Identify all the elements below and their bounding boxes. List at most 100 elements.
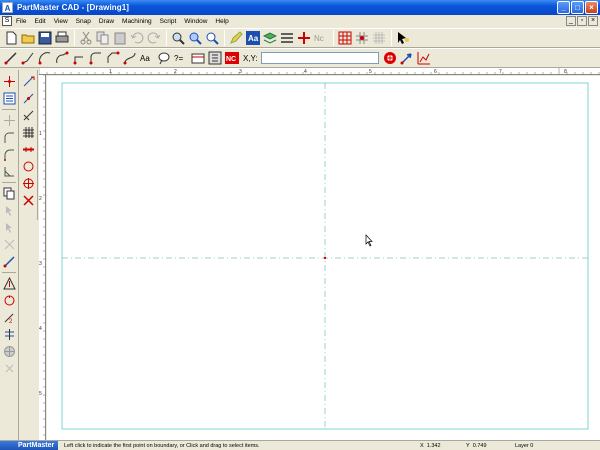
nc-stop-icon[interactable]: NC [224, 50, 240, 66]
arc-tool-icon[interactable] [1, 129, 17, 146]
ruler-label: 4 [304, 69, 307, 75]
ruler-label: 7 [499, 69, 502, 75]
nc-icon[interactable]: Nc [313, 30, 329, 46]
menu-view[interactable]: View [50, 18, 72, 25]
text-icon[interactable]: Aa [139, 50, 155, 66]
maximize-icon[interactable]: □ [571, 1, 584, 14]
status-x-value: 1.342 [426, 442, 441, 449]
menu-file[interactable]: File [12, 18, 30, 25]
origin-point [323, 256, 327, 260]
status-y-value: 0.749 [472, 442, 487, 449]
doc-restore-icon[interactable]: ▫ [577, 16, 587, 26]
arc-icon[interactable] [37, 50, 53, 66]
chamfer-icon[interactable] [105, 50, 121, 66]
properties-icon[interactable] [1, 90, 17, 107]
copy-icon[interactable] [95, 30, 111, 46]
close-icon[interactable]: × [585, 1, 598, 14]
text-style-icon[interactable]: Aa [245, 30, 261, 46]
mirror-icon[interactable] [1, 236, 17, 253]
postprocess-icon[interactable] [190, 50, 206, 66]
arc-3-icon[interactable] [71, 50, 87, 66]
arrow-icon[interactable] [399, 50, 415, 66]
balloon-icon[interactable] [156, 50, 172, 66]
snap-nearest-icon[interactable] [20, 107, 36, 124]
line-tool-icon[interactable] [1, 112, 17, 129]
copy-tool-icon[interactable] [1, 185, 17, 202]
pointer-icon[interactable] [395, 30, 411, 46]
dimension-icon[interactable] [296, 30, 312, 46]
point-icon[interactable] [1, 73, 17, 90]
globe-icon[interactable] [1, 343, 17, 360]
ruler-label: 8 [564, 69, 567, 75]
gcode-icon[interactable] [207, 50, 223, 66]
minimize-icon[interactable]: _ [557, 1, 570, 14]
formula-label: ?= [174, 54, 183, 63]
zoom-extents-icon[interactable] [204, 30, 220, 46]
target-icon[interactable] [382, 50, 398, 66]
line-style-icon[interactable] [279, 30, 295, 46]
measure-icon[interactable] [1, 163, 17, 180]
snap-intersection-icon[interactable] [20, 192, 36, 209]
select-icon[interactable] [1, 219, 17, 236]
menu-edit[interactable]: Edit [30, 18, 49, 25]
save-icon[interactable] [37, 30, 53, 46]
undo-icon[interactable] [129, 30, 145, 46]
chart-icon[interactable] [416, 50, 432, 66]
move-icon[interactable] [1, 202, 17, 219]
grid-snap-icon[interactable] [337, 30, 353, 46]
snap-point-icon[interactable] [354, 30, 370, 46]
menu-script[interactable]: Script [156, 18, 181, 25]
snap-endpoint-icon[interactable] [20, 73, 36, 90]
menu-snap[interactable]: Snap [72, 18, 95, 25]
rotate-icon[interactable] [1, 292, 17, 309]
pan-icon[interactable] [1, 360, 17, 377]
snap-center-icon[interactable] [20, 175, 36, 192]
text-tool-label: Aa [140, 54, 150, 63]
document-icon[interactable]: S [2, 16, 12, 26]
status-brand: PartMaster [0, 440, 58, 450]
hatch-icon[interactable] [1, 275, 17, 292]
text-style-label: Aa [248, 34, 259, 43]
status-x-coordinate: X 1.342 [420, 443, 441, 449]
menu-help[interactable]: Help [211, 18, 232, 25]
ruler-label: 5 [369, 69, 372, 75]
svg-text:2: 2 [9, 319, 13, 324]
menu-draw[interactable]: Draw [95, 18, 118, 25]
zoom-icon[interactable] [170, 30, 186, 46]
line-icon[interactable] [3, 50, 19, 66]
app-icon[interactable]: A [2, 2, 13, 13]
grid-icon[interactable] [371, 30, 387, 46]
menu-window[interactable]: Window [180, 18, 211, 25]
curve-icon[interactable] [122, 50, 138, 66]
cut-icon[interactable] [78, 30, 94, 46]
status-y-label: Y [466, 442, 470, 449]
drawing-canvas[interactable] [47, 76, 600, 440]
doc-close-icon[interactable]: × [588, 16, 598, 26]
xy-coordinate-input[interactable] [260, 52, 379, 64]
polyline-icon[interactable] [20, 50, 36, 66]
trim-icon[interactable] [1, 253, 17, 270]
pencil-icon[interactable] [228, 30, 244, 46]
arc-2-icon[interactable] [54, 50, 70, 66]
doc-minimize-icon[interactable]: _ [566, 16, 576, 26]
snap-grid-icon[interactable] [20, 124, 36, 141]
ruler-label: 6 [434, 69, 437, 75]
paste-icon[interactable] [112, 30, 128, 46]
snap-divide-icon[interactable] [20, 141, 36, 158]
fillet-icon[interactable] [88, 50, 104, 66]
new-file-icon[interactable] [3, 30, 19, 46]
scale-icon[interactable]: 2 [1, 309, 17, 326]
ruler-label: 5 [39, 391, 42, 397]
zoom-window-icon[interactable] [187, 30, 203, 46]
snap-midpoint-icon[interactable] [20, 90, 36, 107]
fillet-tool-icon[interactable] [1, 146, 17, 163]
layers-icon[interactable] [262, 30, 278, 46]
open-folder-icon[interactable] [20, 30, 36, 46]
menu-machining[interactable]: Machining [118, 18, 156, 25]
snap-circle-icon[interactable] [20, 158, 36, 175]
offset-icon[interactable] [1, 326, 17, 343]
formula-icon[interactable]: ?= [173, 50, 189, 66]
print-icon[interactable] [54, 30, 70, 46]
redo-icon[interactable] [146, 30, 162, 46]
ruler-label: 1 [39, 131, 42, 137]
